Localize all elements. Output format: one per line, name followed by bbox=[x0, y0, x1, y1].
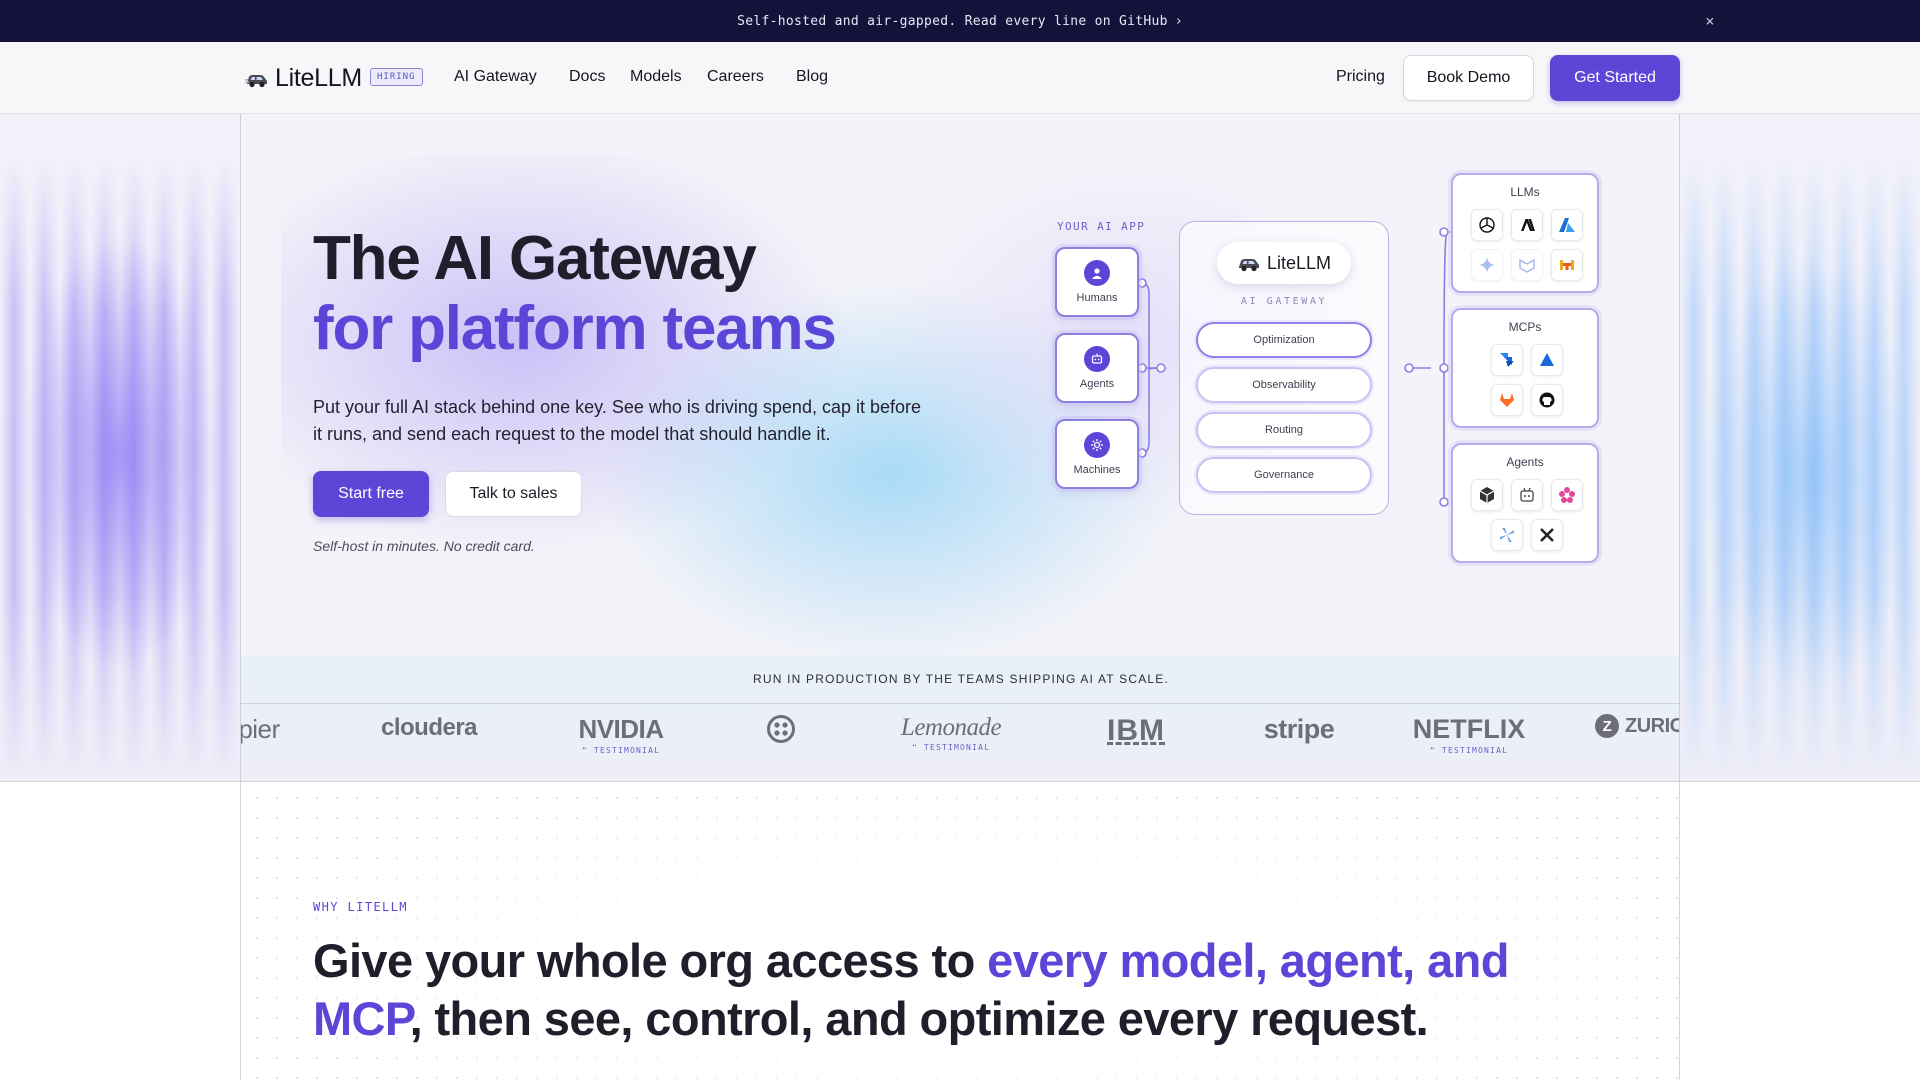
github-icon bbox=[1531, 384, 1563, 416]
gemini-icon bbox=[1471, 249, 1503, 281]
testimonial-label: ❝ TESTIMONIAL bbox=[911, 743, 991, 752]
anthropic-icon bbox=[1511, 209, 1543, 241]
gateway-brand-pill: LiteLLM bbox=[1217, 242, 1351, 284]
chevron-right-icon: › bbox=[1174, 13, 1183, 29]
confluence-icon bbox=[1531, 344, 1563, 376]
gear-icon bbox=[1084, 432, 1110, 458]
book-demo-button[interactable]: Book Demo bbox=[1403, 55, 1534, 101]
logo-cloudera: cloudera bbox=[380, 714, 478, 741]
source-label: Humans bbox=[1076, 292, 1118, 304]
gitlab-icon bbox=[1491, 384, 1523, 416]
mistral-icon bbox=[1551, 249, 1583, 281]
azure-icon bbox=[1551, 209, 1583, 241]
meta-icon bbox=[1511, 249, 1543, 281]
source-humans[interactable]: Humans bbox=[1055, 247, 1139, 317]
hiring-badge[interactable]: HIRING bbox=[370, 68, 423, 86]
car-logo-icon bbox=[245, 74, 267, 87]
announcement-bar[interactable]: Self-hosted and air-gapped. Read every l… bbox=[0, 0, 1920, 42]
mcps-panel: MCPs bbox=[1451, 308, 1599, 428]
why-eyebrow: WHY LITELLM bbox=[313, 900, 408, 914]
hero-section: The AI Gateway for platform teams Put yo… bbox=[240, 114, 1680, 782]
brand-logo[interactable]: LiteLLM bbox=[245, 64, 362, 93]
trusted-heading: RUN IN PRODUCTION BY THE TEAMS SHIPPING … bbox=[752, 672, 1170, 686]
logo-ibm: IBM bbox=[1107, 714, 1165, 747]
pinwheel-agent-icon bbox=[1491, 519, 1523, 551]
openai-icon bbox=[1471, 209, 1503, 241]
agents-panel: Agents bbox=[1451, 443, 1599, 563]
logo-nvidia[interactable]: NVIDIA ❝ TESTIMONIAL bbox=[556, 714, 686, 755]
close-icon[interactable]: × bbox=[1700, 11, 1720, 31]
logo-pier: pier bbox=[240, 714, 280, 744]
source-label: Agents bbox=[1079, 378, 1115, 390]
x-agent-icon bbox=[1531, 519, 1563, 551]
nav-link-blog[interactable]: Blog bbox=[796, 68, 828, 86]
announcement-text[interactable]: Self-hosted and air-gapped. Read every l… bbox=[737, 14, 1168, 29]
bot-agent-icon bbox=[1511, 479, 1543, 511]
nav-link-careers[interactable]: Careers bbox=[707, 68, 764, 86]
nav-link-models[interactable]: Models bbox=[630, 68, 682, 86]
testimonial-label: ❝ TESTIMONIAL bbox=[581, 746, 661, 755]
source-machines[interactable]: Machines bbox=[1055, 419, 1139, 489]
zurich-logo-icon: Z bbox=[1595, 714, 1619, 738]
cube-agent-icon bbox=[1471, 479, 1503, 511]
your-ai-app-label: YOUR AI APP bbox=[1057, 220, 1146, 233]
logo-netflix[interactable]: NETFLIX ❝ TESTIMONIAL bbox=[1399, 714, 1539, 755]
why-section: WHY LITELLM Give your whole org access t… bbox=[240, 782, 1680, 1080]
logo-lemonade[interactable]: Lemonade ❝ TESTIMONIAL bbox=[876, 714, 1026, 752]
gateway-card: LiteLLM AI GATEWAY Optimization Observab… bbox=[1179, 221, 1389, 515]
llms-panel: LLMs bbox=[1451, 173, 1599, 293]
logo-twilio: twilio bbox=[746, 714, 816, 749]
flower-agent-icon bbox=[1551, 479, 1583, 511]
car-logo-icon bbox=[1238, 259, 1259, 272]
gateway-feature-routing[interactable]: Routing bbox=[1196, 412, 1372, 448]
panel-title: MCPs bbox=[1508, 320, 1542, 334]
gateway-feature-governance[interactable]: Governance bbox=[1196, 457, 1372, 493]
gateway-feature-optimization[interactable]: Optimization bbox=[1196, 322, 1372, 358]
top-nav: LiteLLM HIRING AI Gateway Docs Models Ca… bbox=[0, 42, 1920, 114]
logo-zurich: Z ZURIC bbox=[1595, 714, 1679, 738]
robot-icon bbox=[1084, 346, 1110, 372]
brand-name: LiteLLM bbox=[275, 64, 362, 92]
user-icon bbox=[1084, 260, 1110, 286]
jira-icon bbox=[1491, 344, 1523, 376]
panel-title: Agents bbox=[1506, 455, 1544, 469]
testimonial-label: ❝ TESTIMONIAL bbox=[1429, 746, 1509, 755]
get-started-button[interactable]: Get Started bbox=[1550, 55, 1680, 101]
nav-link-docs[interactable]: Docs bbox=[569, 68, 605, 86]
gateway-brand-name: LiteLLM bbox=[1266, 252, 1332, 273]
source-label: Machines bbox=[1073, 464, 1121, 476]
gateway-label: AI GATEWAY bbox=[1240, 296, 1328, 307]
nav-link-pricing[interactable]: Pricing bbox=[1336, 68, 1385, 86]
gateway-feature-observability[interactable]: Observability bbox=[1196, 367, 1372, 403]
why-title: Give your whole org access to every mode… bbox=[313, 934, 1509, 1045]
source-agents[interactable]: Agents bbox=[1055, 333, 1139, 403]
nav-link-ai-gateway[interactable]: AI Gateway bbox=[454, 68, 537, 86]
twilio-logo-icon bbox=[767, 715, 795, 743]
logo-stripe: stripe bbox=[1263, 714, 1335, 744]
panel-title: LLMs bbox=[1510, 185, 1540, 199]
